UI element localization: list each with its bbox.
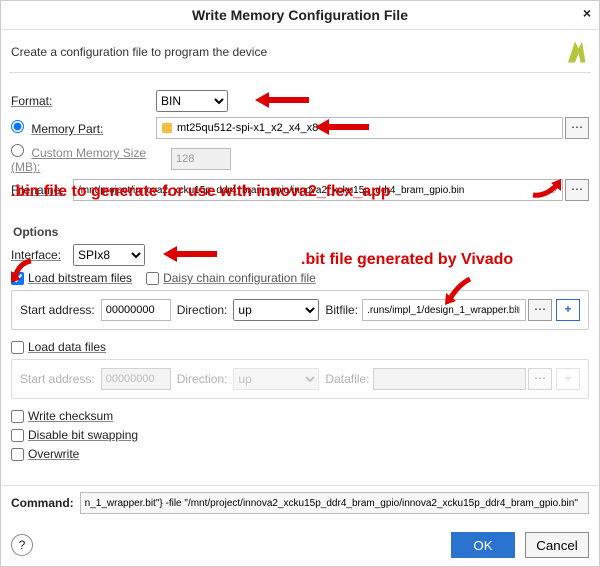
write-checksum-row: Write checksum (11, 409, 589, 423)
custom-mem-field (171, 148, 231, 170)
command-row: Command: (1, 485, 599, 520)
filename-browse-button[interactable]: ⋯ (565, 179, 589, 201)
custom-mem-label: Custom Memory Size (MB): (11, 146, 146, 174)
description-row: Create a configuration file to program t… (1, 30, 599, 72)
bitstream-detail-row: Start address: Direction: up Bitfile: ⊘ … (20, 299, 580, 321)
custom-mem-radio[interactable] (11, 144, 24, 157)
load-data-checkbox[interactable] (11, 341, 24, 354)
datafile-browse-button: ⋯ (528, 368, 552, 390)
annotation-arrow-icon (159, 242, 219, 268)
memory-part-label: Memory Part: (31, 122, 103, 136)
bitfile-label: Bitfile: (325, 303, 358, 317)
load-bitstream-label: Load bitstream files (28, 271, 132, 285)
load-bitstream-row: Load bitstream files Daisy chain configu… (11, 271, 589, 285)
bitfile-add-button[interactable]: + (556, 299, 580, 321)
filename-label: Filename: (11, 183, 73, 197)
dialog: Write Memory Configuration File × Create… (0, 0, 600, 567)
format-row: Format: BIN (11, 90, 589, 112)
overwrite-label: Overwrite (28, 447, 79, 461)
clear-icon[interactable]: ⊘ (548, 183, 557, 196)
start-addr-field[interactable] (101, 299, 171, 321)
overwrite-row: Overwrite (11, 447, 589, 461)
main-form: Format: BIN Memory Part: ⋯ (1, 81, 599, 470)
format-select[interactable]: BIN (156, 90, 228, 112)
bitstream-panel: Start address: Direction: up Bitfile: ⊘ … (11, 290, 589, 330)
memory-part-row: Memory Part: ⋯ (11, 117, 589, 139)
vivado-logo-icon (561, 38, 589, 66)
memory-part-radio-wrap: Memory Part: (11, 120, 156, 136)
data-detail-row: Start address: Direction: up Datafile: ⋯… (20, 368, 580, 390)
interface-select[interactable]: SPIx8 (73, 244, 145, 266)
load-data-row: Load data files (11, 340, 589, 354)
format-label: Format: (11, 94, 156, 108)
daisy-chain-checkbox[interactable] (146, 272, 159, 285)
data-panel: Start address: Direction: up Datafile: ⋯… (11, 359, 589, 399)
command-field[interactable] (80, 492, 589, 514)
interface-label: Interface: (11, 248, 73, 262)
annotation-arrow-icon (251, 88, 311, 114)
titlebar: Write Memory Configuration File × (1, 1, 599, 30)
disable-bitswap-row: Disable bit swapping (11, 428, 589, 442)
datafile-label: Datafile: (325, 372, 369, 386)
load-bitstream-checkbox[interactable] (11, 272, 24, 285)
custom-mem-row: Custom Memory Size (MB): (11, 144, 589, 174)
datafile-add-button: + (556, 368, 580, 390)
overwrite-checkbox[interactable] (11, 448, 24, 461)
direction-select[interactable]: up (233, 299, 319, 321)
command-label: Command: (11, 496, 74, 510)
close-icon[interactable]: × (583, 5, 591, 21)
memory-part-field[interactable] (156, 117, 563, 139)
disable-bitswap-checkbox[interactable] (11, 429, 24, 442)
bitfile-browse-button[interactable]: ⋯ (528, 299, 552, 321)
load-data-label: Load data files (28, 340, 106, 354)
clear-icon[interactable]: ⊘ (512, 303, 521, 316)
dialog-title: Write Memory Configuration File (192, 7, 408, 23)
button-row: OK Cancel (451, 532, 589, 558)
bitfile-field[interactable] (362, 299, 526, 321)
data-direction-select: up (233, 368, 319, 390)
data-start-addr-field (101, 368, 171, 390)
options-heading: Options (13, 225, 589, 239)
memory-part-browse-button[interactable]: ⋯ (565, 117, 589, 139)
divider (9, 72, 591, 73)
help-button[interactable]: ? (11, 534, 33, 556)
cancel-button[interactable]: Cancel (525, 532, 589, 558)
daisy-chain-label: Daisy chain configuration file (163, 271, 316, 285)
datafile-field (373, 368, 526, 390)
start-addr-label: Start address: (20, 303, 95, 317)
filename-field[interactable] (73, 179, 563, 201)
data-start-addr-label: Start address: (20, 372, 95, 386)
ok-button[interactable]: OK (451, 532, 515, 558)
interface-row: Interface: SPIx8 (11, 244, 589, 266)
memory-part-radio[interactable] (11, 120, 24, 133)
data-direction-label: Direction: (177, 372, 228, 386)
disable-bitswap-label: Disable bit swapping (28, 428, 138, 442)
description-text: Create a configuration file to program t… (11, 45, 267, 59)
direction-label: Direction: (177, 303, 228, 317)
chip-icon (162, 123, 172, 133)
write-checksum-checkbox[interactable] (11, 410, 24, 423)
write-checksum-label: Write checksum (28, 409, 113, 423)
filename-row: Filename: ⊘ ⋯ (11, 179, 589, 201)
custom-mem-radio-wrap: Custom Memory Size (MB): (11, 144, 171, 174)
